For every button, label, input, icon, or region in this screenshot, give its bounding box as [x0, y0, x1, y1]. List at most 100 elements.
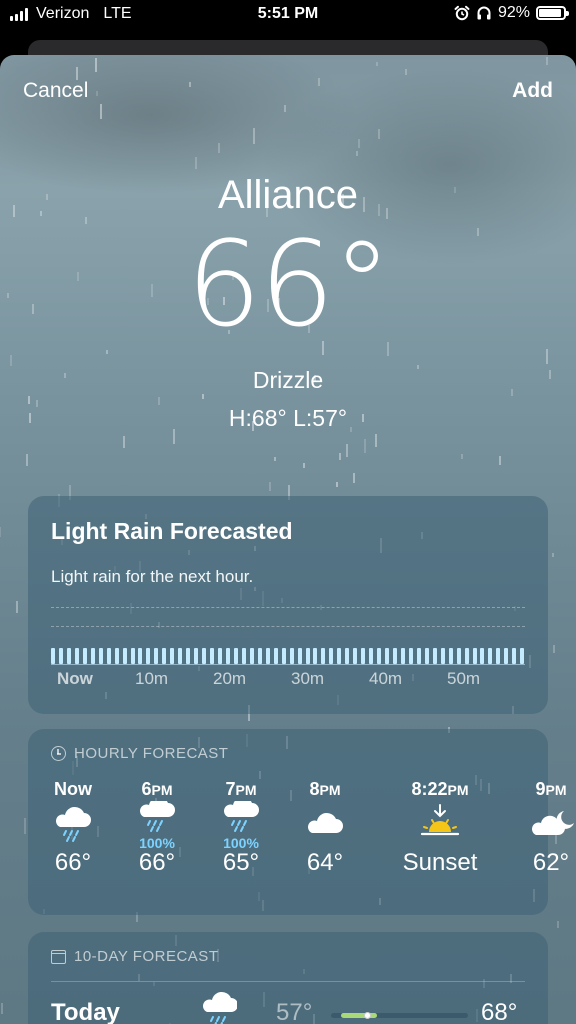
precipitation-bar [154, 648, 159, 664]
precipitation-bar [265, 648, 270, 664]
precipitation-bar [122, 648, 127, 664]
precipitation-bar [98, 648, 103, 664]
alarm-icon [454, 5, 470, 21]
precipitation-bar [225, 648, 230, 664]
temperature-range-fill [341, 1013, 377, 1018]
precipitation-bar [400, 648, 405, 664]
hour-label: 8PM [309, 779, 341, 799]
hour-temperature: 65° [222, 849, 260, 876]
precipitation-bar [162, 648, 167, 664]
sunset-icon [384, 801, 496, 847]
precipitation-bar [90, 648, 95, 664]
hourly-item: 9PM 62° [506, 779, 576, 877]
precipitation-bar [520, 648, 525, 664]
precipitation-bar [233, 648, 238, 664]
precipitation-description: Light rain for the next hour. [51, 567, 254, 586]
precipitation-bar [210, 648, 215, 664]
hourly-item: 8:22PM Sunset [384, 779, 496, 877]
precipitation-bar [297, 648, 302, 664]
current-temperature-marker [364, 1012, 371, 1019]
precipitation-bar [202, 648, 207, 664]
ten-day-forecast-header: 10-DAY FORECAST [51, 948, 218, 965]
precipitation-bar [218, 648, 223, 664]
forecast-day-label: Today [51, 999, 120, 1024]
precipitation-bar [257, 648, 262, 664]
precipitation-bar [345, 648, 350, 664]
precipitation-bar [353, 648, 358, 664]
hour-label: 6PM [141, 779, 173, 799]
precipitation-bar [66, 648, 71, 664]
precipitation-bar [114, 648, 119, 664]
status-bar: Verizon LTE 5:51 PM 92% [0, 0, 576, 30]
precipitation-chance: 100% [223, 835, 259, 851]
precipitation-bar [313, 648, 318, 664]
hour-label: 9PM [535, 779, 567, 799]
precipitation-bar [249, 648, 254, 664]
precipitation-title: Light Rain Forecasted [51, 518, 293, 544]
hourly-forecast-title: HOURLY FORECAST [74, 745, 229, 762]
ten-day-forecast-title: 10-DAY FORECAST [74, 948, 219, 965]
precipitation-bar [488, 648, 493, 664]
precipitation-bar [289, 648, 294, 664]
precipitation-bar [58, 648, 63, 664]
cloud-icon [280, 801, 370, 847]
hour-temperature: 66° [54, 849, 92, 876]
hourly-forecast-header: HOURLY FORECAST [51, 745, 228, 762]
hour-label: Now [54, 779, 92, 799]
current-temperature: 66° [186, 215, 391, 353]
precipitation-bar [392, 648, 397, 664]
tick-label: Now [57, 669, 93, 688]
precipitation-bar [305, 648, 310, 664]
forecast-low-temperature: 57° [276, 999, 313, 1024]
precipitation-bar [369, 648, 374, 664]
cancel-button[interactable]: Cancel [23, 79, 88, 103]
precipitation-bar [440, 648, 445, 664]
hourly-forecast-card[interactable]: HOURLY FORECAST Now 66° 6PM 100% 66° 7PM [28, 729, 574, 915]
battery-percent: 92% [497, 4, 530, 21]
precipitation-bar [51, 648, 55, 664]
hourly-forecast-list[interactable]: Now 66° 6PM 100% 66° 7PM 100% 65° 8PM 64… [28, 779, 574, 899]
precipitation-bar [194, 648, 199, 664]
precipitation-bar [448, 648, 453, 664]
precipitation-time-axis: Now 10m 20m 30m 40m 50m [51, 669, 525, 693]
hourly-item: 8PM 64° [280, 779, 370, 877]
precipitation-bar [496, 648, 501, 664]
precipitation-bar [106, 648, 111, 664]
precipitation-bar [281, 648, 286, 664]
precipitation-bar [377, 648, 382, 664]
rain-cloud-icon: 100% [196, 801, 286, 851]
ten-day-forecast-card[interactable]: 10-DAY FORECAST Today 57° 68° [28, 932, 548, 1024]
current-condition: Drizzle [252, 367, 324, 393]
precipitation-bar [472, 648, 477, 664]
precipitation-bar [138, 648, 143, 664]
precipitation-chart [51, 648, 525, 664]
precipitation-bar [424, 648, 429, 664]
precipitation-card[interactable]: Light Rain Forecasted Light rain for the… [28, 496, 548, 714]
rain-cloud-icon [28, 801, 118, 847]
precipitation-bar [273, 648, 278, 664]
tick-label: 30m [291, 669, 325, 688]
tick-label: 10m [135, 669, 169, 688]
chart-baseline [51, 664, 525, 665]
hour-temperature: 62° [532, 849, 570, 876]
partly-cloudy-night-icon [506, 801, 576, 847]
hourly-item: Now 66° [28, 779, 118, 877]
rain-cloud-icon: 100% [112, 801, 202, 851]
precipitation-bar [512, 648, 517, 664]
precipitation-bar [432, 648, 437, 664]
precipitation-bar [186, 648, 191, 664]
high-low-temperature: H:68° L:57° [228, 405, 348, 431]
tick-label: 40m [369, 669, 403, 688]
forecast-high-temperature: 68° [481, 999, 518, 1024]
precipitation-bar [146, 648, 151, 664]
battery-icon [536, 6, 569, 20]
hour-label: 8:22PM [411, 779, 469, 799]
hour-temperature: 66° [138, 849, 176, 876]
precipitation-bar [504, 648, 509, 664]
add-button[interactable]: Add [512, 79, 553, 103]
precipitation-bar [130, 648, 135, 664]
city-name: Alliance [217, 173, 359, 217]
temperature-range-bar [331, 1012, 468, 1019]
precipitation-bar [480, 648, 485, 664]
hour-temperature: 64° [306, 849, 344, 876]
